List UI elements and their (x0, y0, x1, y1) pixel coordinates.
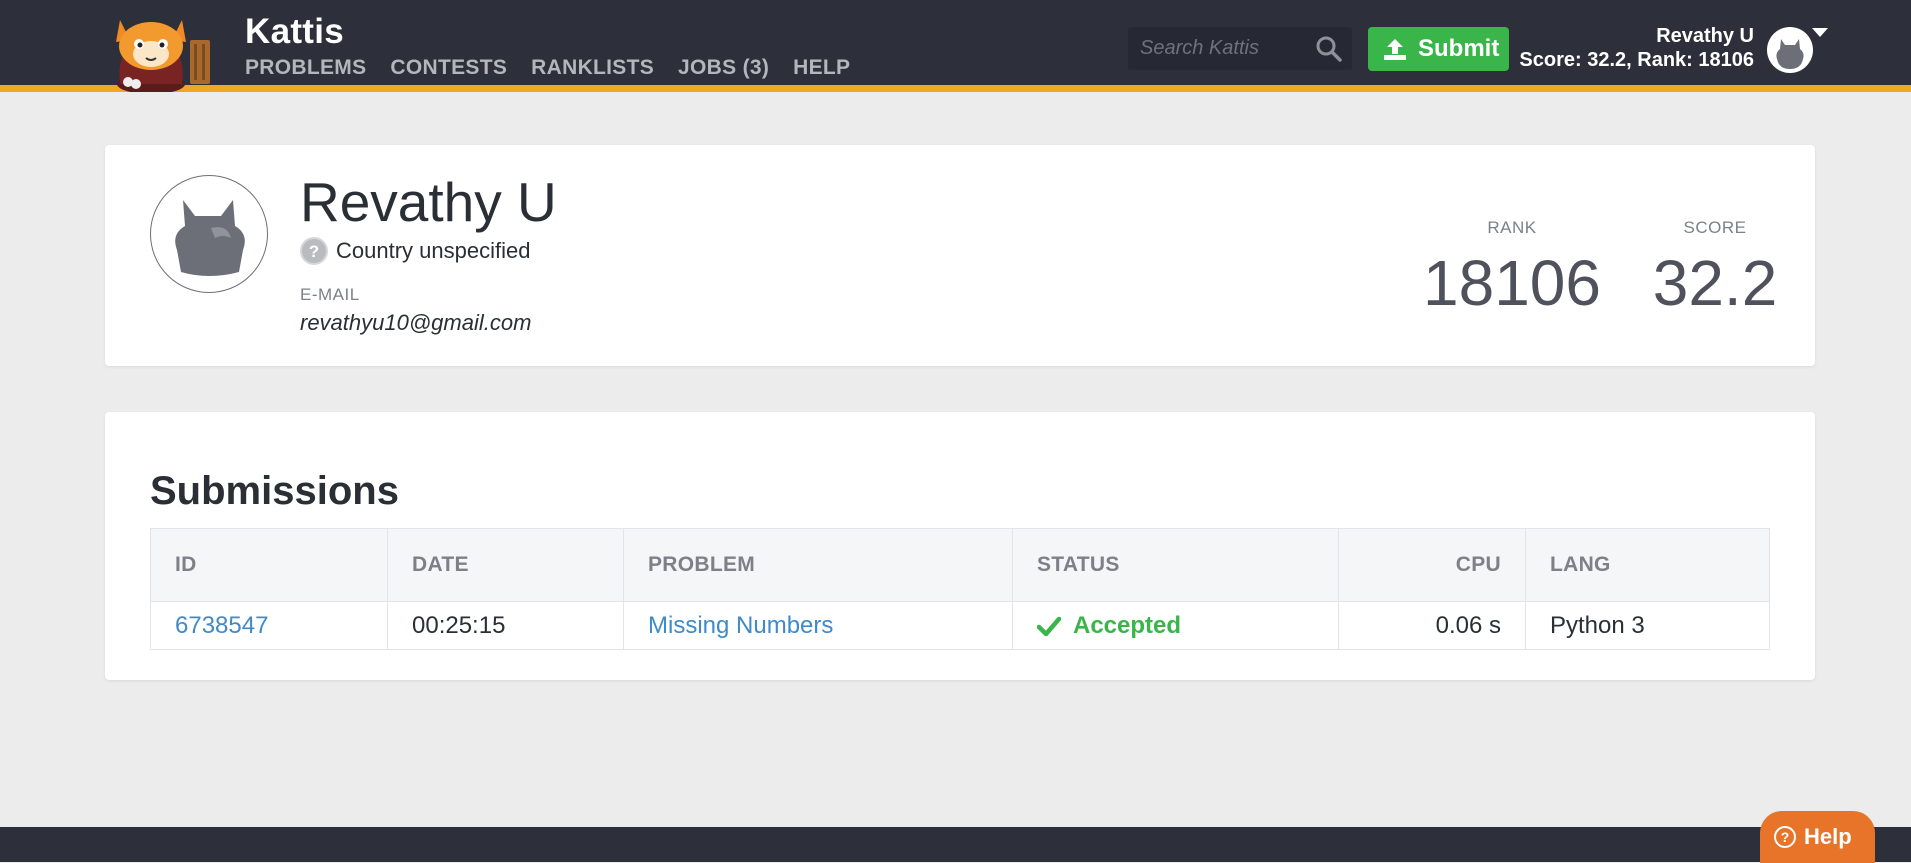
submissions-title: Submissions (150, 469, 399, 513)
score-value: 32.2 (1652, 247, 1778, 319)
cell-id: 6738547 (150, 601, 388, 650)
kattis-logo-icon[interactable] (106, 14, 228, 92)
country-text: Country unspecified (336, 238, 531, 263)
rank-label: RANK (1487, 218, 1537, 237)
chevron-down-icon[interactable] (1812, 28, 1828, 37)
help-button[interactable]: ? Help (1760, 811, 1875, 863)
email-label: E-MAIL (300, 285, 360, 304)
avatar-silhouette-icon (1776, 39, 1804, 69)
score-label: SCORE (1683, 218, 1747, 237)
submission-id-link[interactable]: 6738547 (175, 612, 268, 639)
nav-ranklists[interactable]: RANKLISTS (531, 56, 654, 80)
column-header-date: DATE (387, 528, 624, 602)
status-badge: Accepted (1037, 612, 1314, 640)
problem-link[interactable]: Missing Numbers (648, 612, 833, 639)
cell-cpu: 0.06 s (1338, 601, 1526, 650)
top-navigation-bar: Kattis PROBLEMS CONTESTS RANKLISTS JOBS … (0, 0, 1911, 92)
email-value: revathyu10@gmail.com (300, 310, 532, 335)
user-score-rank: Score: 32.2, Rank: 18106 (1519, 49, 1754, 71)
profile-avatar (150, 175, 268, 293)
profile-card: Revathy U ? Country unspecified E-MAIL r… (105, 145, 1815, 366)
avatar-silhouette-icon (175, 200, 245, 276)
nav-help[interactable]: HELP (793, 56, 850, 80)
search-icon[interactable] (1315, 35, 1343, 63)
column-header-status: STATUS (1012, 528, 1339, 602)
submit-button[interactable]: Submit (1368, 27, 1509, 71)
table-header-row: ID DATE PROBLEM STATUS CPU LANG (150, 528, 1770, 602)
nav-contests[interactable]: CONTESTS (390, 56, 507, 80)
user-summary[interactable]: Revathy U Score: 32.2, Rank: 18106 (1519, 24, 1754, 72)
rank-stat: RANK 18106 (1412, 218, 1612, 320)
country-info: ? Country unspecified (300, 237, 530, 265)
user-avatar[interactable] (1767, 27, 1813, 73)
nav-jobs[interactable]: JOBS (3) (678, 56, 769, 80)
question-icon: ? (300, 237, 328, 265)
main-nav: PROBLEMS CONTESTS RANKLISTS JOBS (3) HEL… (245, 56, 850, 80)
cell-status: Accepted (1012, 601, 1339, 650)
submissions-card: Submissions ID DATE PROBLEM STATUS CPU L… (105, 412, 1815, 680)
cell-problem: Missing Numbers (623, 601, 1013, 650)
upload-icon (1384, 39, 1406, 60)
submit-label: Submit (1418, 35, 1500, 62)
submissions-table: ID DATE PROBLEM STATUS CPU LANG 6738547 … (150, 528, 1770, 650)
status-text: Accepted (1073, 611, 1182, 639)
help-icon: ? (1774, 826, 1796, 848)
column-header-cpu: CPU (1338, 528, 1526, 602)
checkmark-icon (1037, 616, 1061, 636)
brand-title[interactable]: Kattis (245, 12, 344, 52)
search-box (1128, 27, 1352, 70)
nav-problems[interactable]: PROBLEMS (245, 56, 366, 80)
table-row: 6738547 00:25:15 Missing Numbers Accepte… (150, 601, 1770, 650)
column-header-id: ID (150, 528, 388, 602)
footer-bar (0, 827, 1911, 862)
column-header-lang: LANG (1525, 528, 1770, 602)
score-stat: SCORE 32.2 (1635, 218, 1795, 320)
cell-lang: Python 3 (1550, 611, 1645, 639)
cell-date: 00:25:15 (387, 601, 624, 650)
user-name: Revathy U (1656, 25, 1754, 47)
help-label: Help (1804, 824, 1852, 849)
rank-value: 18106 (1423, 247, 1601, 319)
search-input[interactable] (1128, 27, 1308, 70)
profile-name: Revathy U (300, 171, 557, 233)
column-header-problem: PROBLEM (623, 528, 1013, 602)
